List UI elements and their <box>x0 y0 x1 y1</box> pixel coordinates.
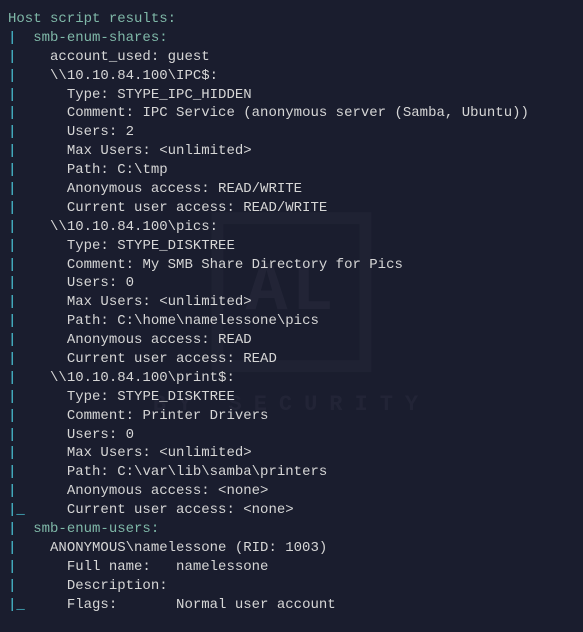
tree-bar: | <box>8 162 67 178</box>
title-line: Host script results: <box>8 10 575 29</box>
title: Host script results: <box>8 11 176 27</box>
share-curr: READ/WRITE <box>243 200 327 216</box>
share-attr: | Path: C:\tmp <box>8 161 575 180</box>
tree-bar: |_ <box>8 597 67 613</box>
user-line: | ANONYMOUS\namelessone (RID: 1003) <box>8 539 575 558</box>
share-attr: | Type: STYPE_DISKTREE <box>8 237 575 256</box>
tree-bar: | <box>8 200 67 216</box>
share-name: | \\10.10.84.100\IPC$: <box>8 67 575 86</box>
share-maxusers: <unlimited> <box>159 143 251 159</box>
share-anon: READ <box>218 332 252 348</box>
tree-bar: | <box>8 559 67 575</box>
share-curr: READ <box>243 351 277 367</box>
share-attr: | Users: 0 <box>8 274 575 293</box>
tree-bar: | <box>8 408 67 424</box>
share-curr: <none> <box>243 502 293 518</box>
share-attr: | Path: C:\var\lib\samba\printers <box>8 463 575 482</box>
share-comment: Printer Drivers <box>142 408 268 424</box>
account-used-line: | account_used: guest <box>8 48 575 67</box>
share-attr: | Type: STYPE_DISKTREE <box>8 388 575 407</box>
tree-bar: | <box>8 540 50 556</box>
share-attr: |_ Current user access: <none> <box>8 501 575 520</box>
share-comment: My SMB Share Directory for Pics <box>142 257 402 273</box>
tree-bar: | <box>8 30 33 46</box>
share-attr: | Comment: My SMB Share Directory for Pi… <box>8 256 575 275</box>
user-attr: | Description: <box>8 577 575 596</box>
tree-bar: | <box>8 445 67 461</box>
tree-bar: | <box>8 124 67 140</box>
share-attr: | Current user access: READ/WRITE <box>8 199 575 218</box>
tree-bar: | <box>8 332 67 348</box>
share-name: | \\10.10.84.100\pics: <box>8 218 575 237</box>
share-attr: | Max Users: <unlimited> <box>8 444 575 463</box>
share-attr: | Comment: Printer Drivers <box>8 407 575 426</box>
share-name-text: \\10.10.84.100\IPC$: <box>50 68 218 84</box>
section-label: smb-enum-shares: <box>33 30 167 46</box>
tree-bar: | <box>8 49 50 65</box>
terminal-output: Host script results: | smb-enum-shares: … <box>8 10 575 615</box>
share-attr: | Anonymous access: READ <box>8 331 575 350</box>
share-attr: | Anonymous access: READ/WRITE <box>8 180 575 199</box>
tree-bar: | <box>8 181 67 197</box>
tree-bar: | <box>8 87 67 103</box>
tree-bar: | <box>8 275 67 291</box>
tree-bar: | <box>8 483 67 499</box>
share-type: STYPE_DISKTREE <box>117 389 235 405</box>
share-attr: | Max Users: <unlimited> <box>8 293 575 312</box>
share-attr: | Anonymous access: <none> <box>8 482 575 501</box>
tree-bar: | <box>8 294 67 310</box>
share-maxusers: <unlimited> <box>159 445 251 461</box>
section-label: smb-enum-users: <box>33 521 159 537</box>
tree-bar: | <box>8 143 67 159</box>
tree-bar: | <box>8 370 50 386</box>
account-used-label: account_used: <box>50 49 159 65</box>
user-identity: ANONYMOUS\namelessone (RID: 1003) <box>50 540 327 556</box>
share-maxusers: <unlimited> <box>159 294 251 310</box>
share-type: STYPE_DISKTREE <box>117 238 235 254</box>
share-attr: | Current user access: READ <box>8 350 575 369</box>
share-name-text: \\10.10.84.100\print$: <box>50 370 235 386</box>
tree-bar: | <box>8 313 67 329</box>
share-type: STYPE_IPC_HIDDEN <box>117 87 251 103</box>
share-path: C:\var\lib\samba\printers <box>117 464 327 480</box>
tree-bar: | <box>8 105 67 121</box>
share-path: C:\home\namelessone\pics <box>117 313 319 329</box>
share-attr: | Comment: IPC Service (anonymous server… <box>8 104 575 123</box>
share-comment: IPC Service (anonymous server (Samba, Ub… <box>142 105 528 121</box>
user-flags: Normal user account <box>176 597 336 613</box>
share-attr: | Max Users: <unlimited> <box>8 142 575 161</box>
tree-bar: | <box>8 219 50 235</box>
share-users: 0 <box>126 427 134 443</box>
share-attr: | Type: STYPE_IPC_HIDDEN <box>8 86 575 105</box>
share-users: 2 <box>126 124 134 140</box>
tree-bar: | <box>8 578 67 594</box>
section-smb-enum-shares: | smb-enum-shares: <box>8 29 575 48</box>
share-path: C:\tmp <box>117 162 167 178</box>
user-description-label: Description: <box>67 578 168 594</box>
account-used-value: guest <box>168 49 210 65</box>
share-attr: | Users: 2 <box>8 123 575 142</box>
tree-bar: |_ <box>8 502 67 518</box>
tree-bar: | <box>8 521 33 537</box>
user-fullname: namelessone <box>176 559 268 575</box>
share-anon: <none> <box>218 483 268 499</box>
share-name: | \\10.10.84.100\print$: <box>8 369 575 388</box>
tree-bar: | <box>8 68 50 84</box>
tree-bar: | <box>8 351 67 367</box>
share-anon: READ/WRITE <box>218 181 302 197</box>
tree-bar: | <box>8 257 67 273</box>
share-users: 0 <box>126 275 134 291</box>
section-smb-enum-users: | smb-enum-users: <box>8 520 575 539</box>
user-attr: |_ Flags: Normal user account <box>8 596 575 615</box>
tree-bar: | <box>8 238 67 254</box>
user-attr: | Full name: namelessone <box>8 558 575 577</box>
tree-bar: | <box>8 427 67 443</box>
tree-bar: | <box>8 389 67 405</box>
share-name-text: \\10.10.84.100\pics: <box>50 219 218 235</box>
share-attr: | Users: 0 <box>8 426 575 445</box>
share-attr: | Path: C:\home\namelessone\pics <box>8 312 575 331</box>
tree-bar: | <box>8 464 67 480</box>
